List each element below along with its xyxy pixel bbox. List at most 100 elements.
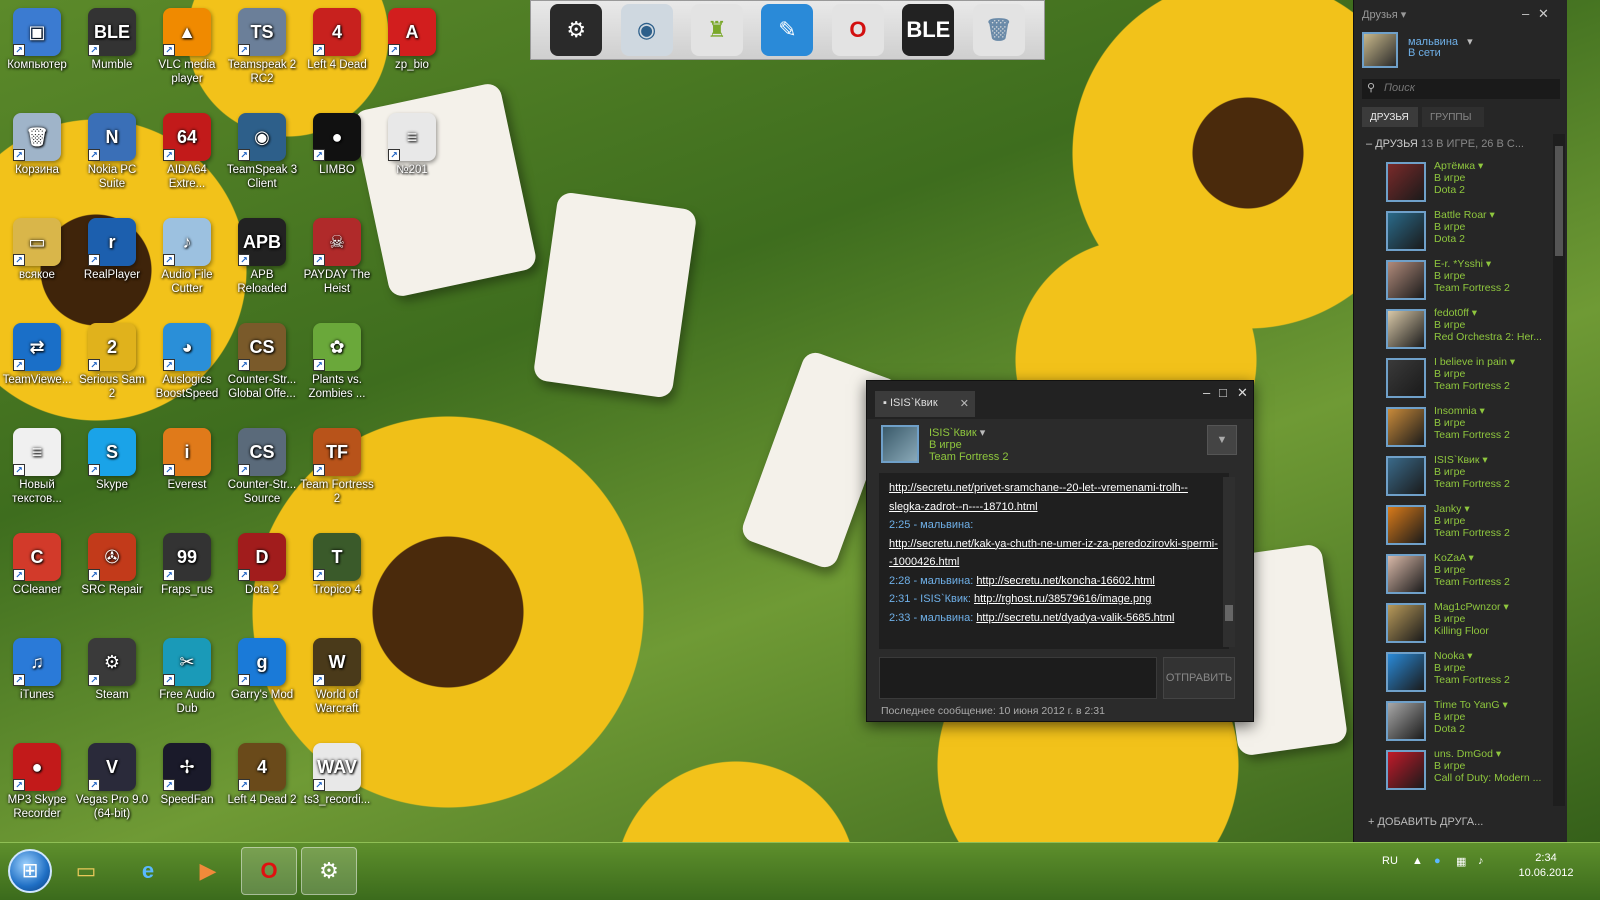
volume-tray-icon[interactable]: ♪: [1478, 855, 1484, 867]
chat-options-button[interactable]: ▼: [1207, 425, 1237, 455]
desktop-icon[interactable]: ▣ ↗ Компьютер: [0, 8, 74, 72]
tray-expand-icon[interactable]: ▲: [1412, 855, 1423, 867]
desktop-icon[interactable]: r ↗ RealPlayer: [75, 218, 149, 282]
desktop-icon[interactable]: ▲ ↗ VLC media player: [150, 8, 224, 86]
scroll-thumb[interactable]: [1555, 146, 1563, 256]
desktop-icon[interactable]: 2 ↗ Serious Sam 2: [75, 323, 149, 401]
friend-avatar[interactable]: [1386, 603, 1426, 643]
friend-item[interactable]: Time To YanG ▾ В игре Dota 2: [1386, 699, 1556, 745]
message-link[interactable]: http://secretu.net/koncha-16602.html: [976, 575, 1155, 587]
message-link[interactable]: http://secretu.net/privet-sramchane--20-…: [889, 482, 1188, 513]
friend-item[interactable]: KoZaA ▾ В игре Team Fortress 2: [1386, 552, 1556, 598]
friend-item[interactable]: I believe in pain ▾ В игре Team Fortress 2: [1386, 356, 1556, 402]
friend-avatar[interactable]: [1386, 456, 1426, 496]
skype-tray-icon[interactable]: ●: [1434, 855, 1441, 867]
media-player-taskbar-icon[interactable]: ▶: [180, 847, 236, 895]
friend-item[interactable]: ISIS`Квик ▾ В игре Team Fortress 2: [1386, 454, 1556, 500]
desktop-icon[interactable]: 4 ↗ Left 4 Dead 2: [225, 743, 299, 807]
friend-item[interactable]: fedot0ff ▾ В игре Red Orchestra 2: Her...: [1386, 307, 1556, 353]
desktop-icon[interactable]: CS ↗ Counter-Str... Global Offe...: [225, 323, 299, 401]
desktop-icon[interactable]: ⇄ ↗ TeamViewe...: [0, 323, 74, 387]
friend-avatar[interactable]: [1386, 211, 1426, 251]
friend-avatar[interactable]: [1386, 505, 1426, 545]
friends-group-header[interactable]: – ДРУЗЬЯ 13 В ИГРЕ, 26 В С...: [1366, 138, 1546, 150]
tab-friends[interactable]: ДРУЗЬЯ: [1362, 107, 1418, 127]
chat-message-input[interactable]: [879, 657, 1157, 699]
desktop-icon[interactable]: W ↗ World of Warcraft: [300, 638, 374, 716]
desktop-icon[interactable]: TF ↗ Team Fortress 2: [300, 428, 374, 506]
desktop-icon[interactable]: ✂ ↗ Free Audio Dub: [150, 638, 224, 716]
friend-item[interactable]: Battle Roar ▾ В игре Dota 2: [1386, 209, 1556, 255]
minimize-icon[interactable]: –: [1203, 385, 1210, 400]
desktop-icon[interactable]: 4 ↗ Left 4 Dead: [300, 8, 374, 72]
desktop-icon[interactable]: ◕ ↗ Auslogics BoostSpeed: [150, 323, 224, 401]
explorer-taskbar-icon[interactable]: ▭: [58, 847, 114, 895]
send-button[interactable]: ОТПРАВИТЬ: [1163, 657, 1235, 699]
desktop-icon[interactable]: TS ↗ Teamspeak 2 RC2: [225, 8, 299, 86]
friends-search-input[interactable]: ⚲ Поиск: [1362, 79, 1560, 99]
eraser-dock-icon[interactable]: ✎: [761, 4, 814, 56]
desktop-icon[interactable]: ⚙ ↗ Steam: [75, 638, 149, 702]
friend-avatar[interactable]: [1386, 750, 1426, 790]
friends-scrollbar[interactable]: [1553, 134, 1565, 806]
chat-tab[interactable]: ▪ ISIS`Квик ✕: [875, 391, 975, 417]
desktop-icon[interactable]: g ↗ Garry's Mod: [225, 638, 299, 702]
close-tab-icon[interactable]: ✕: [960, 397, 969, 410]
desktop-icon[interactable]: BLE ↗ Mumble: [75, 8, 149, 72]
scroll-thumb[interactable]: [1225, 605, 1233, 621]
desktop-icon[interactable]: ✇ ↗ SRC Repair: [75, 533, 149, 597]
desktop-icon[interactable]: N ↗ Nokia PC Suite: [75, 113, 149, 191]
collapse-icon[interactable]: –: [1366, 138, 1375, 150]
network-tray-icon[interactable]: ▦: [1456, 855, 1466, 868]
desktop-icon[interactable]: 64 ↗ AIDA64 Extre...: [150, 113, 224, 191]
chevron-down-icon[interactable]: ▾: [1401, 9, 1407, 21]
friend-avatar[interactable]: [1386, 162, 1426, 202]
ie-taskbar-icon[interactable]: e: [120, 847, 176, 895]
desktop-icon[interactable]: 🗑 ↗ Корзина: [0, 113, 74, 177]
steam-taskbar-icon[interactable]: ⚙: [301, 847, 357, 895]
desktop-icon[interactable]: C ↗ CCleaner: [0, 533, 74, 597]
friend-avatar[interactable]: [1386, 701, 1426, 741]
opera-dock-icon[interactable]: O: [831, 4, 884, 56]
desktop-icon[interactable]: V ↗ Vegas Pro 9.0 (64-bit): [75, 743, 149, 821]
friend-item[interactable]: E-r. *Ysshi ▾ В игре Team Fortress 2: [1386, 258, 1556, 304]
friend-avatar[interactable]: [1386, 554, 1426, 594]
message-link[interactable]: http://rghost.ru/38579616/image.png: [974, 593, 1151, 605]
contact-avatar[interactable]: [881, 425, 919, 463]
chat-scrollbar[interactable]: [1223, 477, 1235, 647]
desktop-icon[interactable]: ≡ ↗ Новый текстов...: [0, 428, 74, 506]
friend-avatar[interactable]: [1386, 407, 1426, 447]
language-indicator[interactable]: RU: [1382, 855, 1398, 867]
add-friend-button[interactable]: + ДОБАВИТЬ ДРУГА...: [1368, 816, 1483, 828]
desktop-icon[interactable]: ☠ ↗ PAYDAY The Heist: [300, 218, 374, 296]
friend-item[interactable]: Артёмка ▾ В игре Dota 2: [1386, 160, 1556, 206]
tab-groups[interactable]: ГРУППЫ: [1422, 107, 1484, 127]
desktop-icon[interactable]: APB ↗ APB Reloaded: [225, 218, 299, 296]
desktop-icon[interactable]: ● ↗ LIMBO: [300, 113, 374, 177]
desktop-icon[interactable]: WAV ↗ ts3_recordi...: [300, 743, 374, 807]
desktop-icon[interactable]: ♫ ↗ iTunes: [0, 638, 74, 702]
desktop-icon[interactable]: ✢ ↗ SpeedFan: [150, 743, 224, 807]
desktop-icon[interactable]: T ↗ Tropico 4: [300, 533, 374, 597]
friend-item[interactable]: Nooka ▾ В игре Team Fortress 2: [1386, 650, 1556, 696]
desktop-icon[interactable]: S ↗ Skype: [75, 428, 149, 492]
friend-avatar[interactable]: [1386, 358, 1426, 398]
recycle-dock-icon[interactable]: 🗑: [972, 4, 1025, 56]
desktop-icon[interactable]: A ↗ zp_bio: [375, 8, 449, 72]
desktop-icon[interactable]: ✿ ↗ Plants vs. Zombies ...: [300, 323, 374, 401]
desktop-icon[interactable]: CS ↗ Counter-Str... Source: [225, 428, 299, 506]
message-link[interactable]: http://secretu.net/dyadya-valik-5685.htm…: [976, 612, 1174, 624]
chevron-down-icon[interactable]: ▾: [980, 427, 986, 439]
desktop-icon[interactable]: ▭ ↗ всякое: [0, 218, 74, 282]
friend-item[interactable]: Insomnia ▾ В игре Team Fortress 2: [1386, 405, 1556, 451]
close-icon[interactable]: ✕: [1538, 6, 1549, 22]
message-link[interactable]: http://secretu.net/kak-ya-chuth-ne-umer-…: [889, 538, 1218, 569]
friend-avatar[interactable]: [1386, 652, 1426, 692]
chevron-down-icon[interactable]: ▾: [1467, 36, 1473, 48]
friend-avatar[interactable]: [1386, 260, 1426, 300]
my-profile[interactable]: мальвина ▾ В сети: [1362, 32, 1562, 72]
desktop-icon[interactable]: ≡ ↗ №201: [375, 113, 449, 177]
close-window-icon[interactable]: ✕: [1237, 385, 1248, 401]
teamspeak-dock-icon[interactable]: ◉: [620, 4, 673, 56]
friend-item[interactable]: Janky ▾ В игре Team Fortress 2: [1386, 503, 1556, 549]
